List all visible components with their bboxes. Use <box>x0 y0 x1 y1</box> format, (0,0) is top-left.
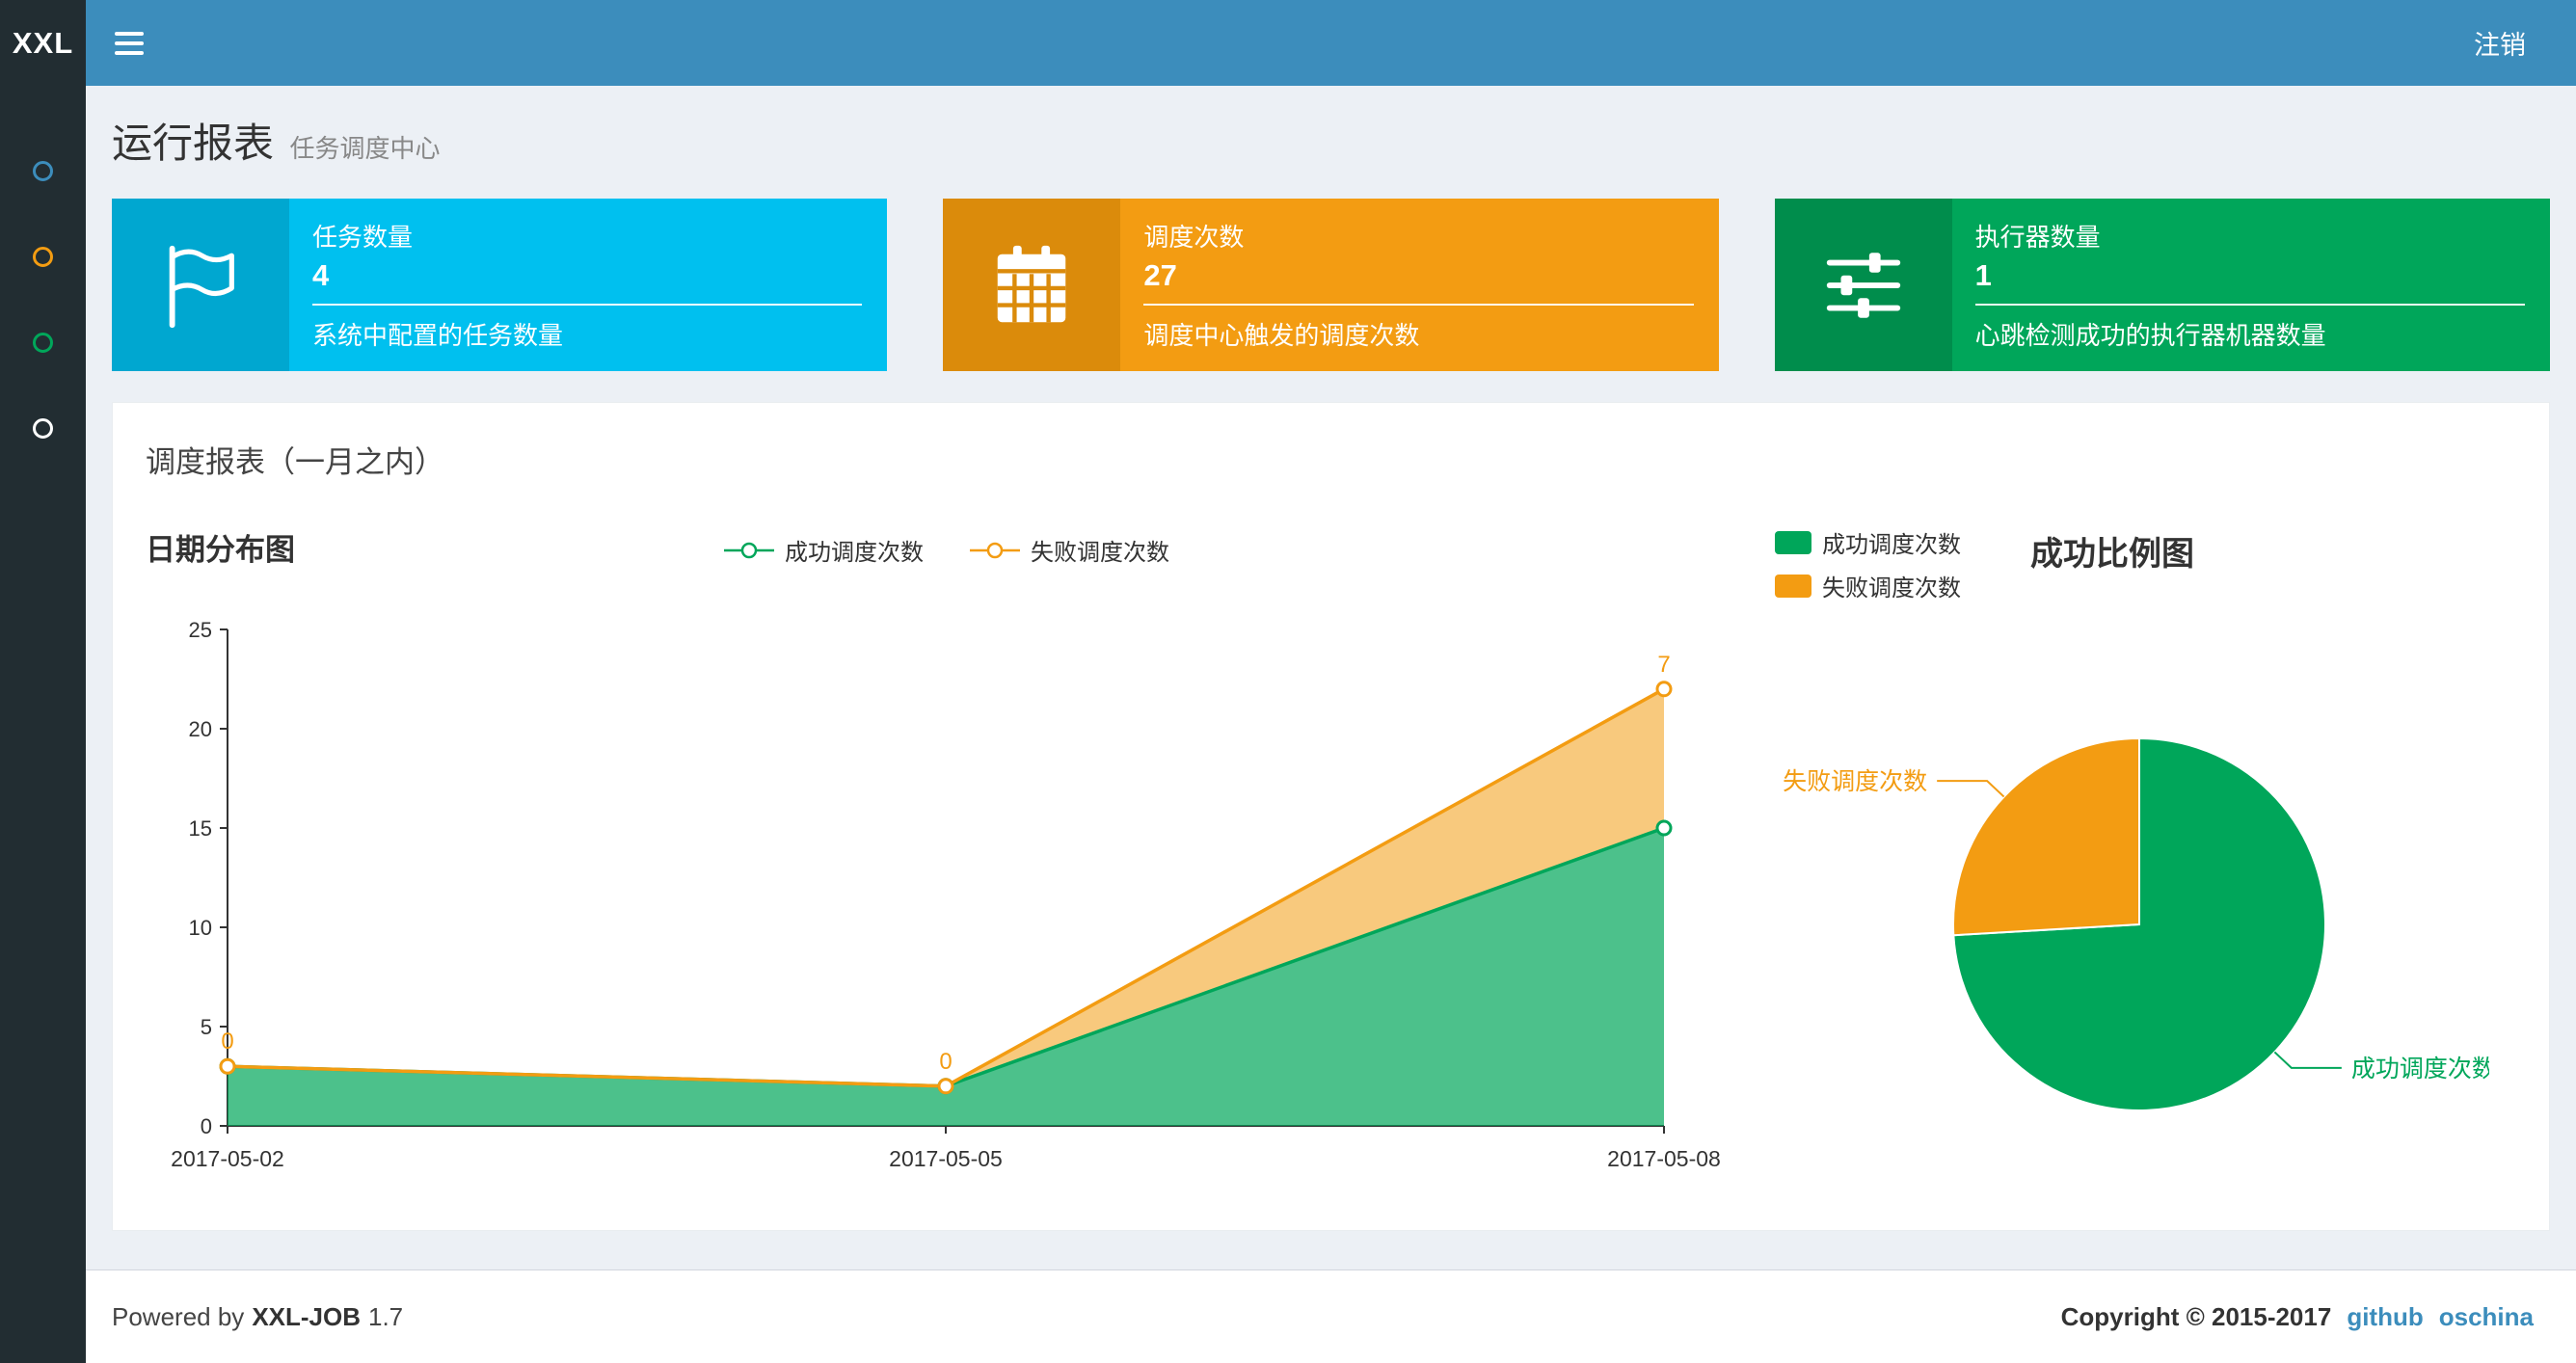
brand-name: XXL-JOB <box>252 1301 361 1331</box>
sidebar-toggle-button[interactable] <box>86 0 173 86</box>
github-link[interactable]: github <box>2347 1302 2423 1332</box>
svg-text:20: 20 <box>189 717 212 741</box>
sidebar <box>0 86 86 1363</box>
svg-text:2017-05-05: 2017-05-05 <box>889 1146 1003 1171</box>
svg-text:失败调度次数: 失败调度次数 <box>1783 768 1927 795</box>
info-box-value: 1 <box>1974 258 1992 292</box>
sidebar-item-executor-manage[interactable] <box>0 300 86 386</box>
info-box-description: 系统中配置的任务数量 <box>312 321 564 350</box>
info-box-content: 调度次数 27 调度中心触发的调度次数 <box>1120 199 1718 371</box>
hamburger-icon <box>115 31 144 36</box>
circle-icon <box>33 418 53 439</box>
line-legend-marker-icon <box>970 542 1020 558</box>
svg-text:0: 0 <box>201 1114 212 1138</box>
pie-chart-title: 成功比例图 <box>2030 536 2194 573</box>
info-box-row: 任务数量 4 系统中配置的任务数量 调度次数 27 调度中心触发的调度次数 执行… <box>112 199 2550 371</box>
sliders-icon <box>1774 199 1952 371</box>
success-ratio-chart: 成功调度次数 失败调度次数 <box>1783 736 2496 1111</box>
main-area: 运行报表 任务调度中心 任务数量 4 系统中配置的任务数量 调度次数 27 调度… <box>86 86 2576 1363</box>
page-title: 运行报表 <box>112 120 275 166</box>
svg-text:25: 25 <box>189 618 212 642</box>
oschina-link[interactable]: oschina <box>2439 1302 2534 1332</box>
legend-item-fail[interactable]: 失败调度次数 <box>1775 569 1961 602</box>
svg-text:成功调度次数: 成功调度次数 <box>2351 1056 2489 1082</box>
info-box-value: 4 <box>312 258 330 292</box>
legend-item-success[interactable]: 成功调度次数 <box>722 533 924 567</box>
legend-label: 成功调度次数 <box>1822 532 1961 558</box>
info-box-description: 调度中心触发的调度次数 <box>1143 321 1420 350</box>
legend-swatch-icon <box>1775 530 1811 554</box>
app-logo[interactable]: XXL <box>0 0 86 86</box>
flag-icon <box>112 199 289 371</box>
panel-title: 调度报表（一月之内） <box>146 445 444 479</box>
footer-copyright: Copyright © 2015-2017 github oschina <box>2061 1302 2534 1332</box>
line-chart-legend: 成功调度次数 失败调度次数 <box>722 533 1169 567</box>
circle-icon <box>33 161 53 181</box>
date-distribution-chart: 05101520252017-05-02 2017-05-05 2017-05-08… <box>171 618 1721 1171</box>
footer: Powered by XXL-JOB 1.7 Copyright © 2015-… <box>86 1269 2576 1363</box>
legend-label: 失败调度次数 <box>1031 540 1169 566</box>
info-box-label: 调度次数 <box>1143 223 1245 252</box>
date-distribution-block: 日期分布图 成功调度次数 失败调度次数 0 5 10 15 20 25 2017… <box>146 525 1746 1195</box>
legend-label: 失败调度次数 <box>1822 575 1961 601</box>
svg-text:2017-05-02: 2017-05-02 <box>171 1146 284 1171</box>
charts-row: 日期分布图 成功调度次数 失败调度次数 0 5 10 15 20 25 2017… <box>146 525 2516 1195</box>
sidebar-item-job-manage[interactable] <box>0 214 86 300</box>
sidebar-item-running-report[interactable] <box>0 128 86 214</box>
copyright-text: Copyright © 2015-2017 <box>2060 1301 2332 1331</box>
content: 运行报表 任务调度中心 任务数量 4 系统中配置的任务数量 调度次数 27 调度… <box>86 86 2576 1269</box>
divider <box>1143 304 1694 306</box>
sidebar-item-help[interactable] <box>0 386 86 471</box>
info-box-task-count: 任务数量 4 系统中配置的任务数量 <box>112 199 888 371</box>
calendar-icon <box>943 199 1121 371</box>
pie-chart-header: 成功调度次数 失败调度次数 成功比例图 <box>1775 525 2516 602</box>
logout-link[interactable]: 注销 <box>2424 0 2576 86</box>
footer-powered: Powered by XXL-JOB 1.7 <box>112 1302 403 1332</box>
pie-chart-legend: 成功调度次数 失败调度次数 <box>1775 525 1961 602</box>
top-navbar: XXL 注销 <box>0 0 2576 86</box>
svg-text:10: 10 <box>189 916 212 940</box>
line-chart-title: 日期分布图 <box>146 533 295 567</box>
divider <box>312 304 863 306</box>
info-box-content: 任务数量 4 系统中配置的任务数量 <box>289 199 887 371</box>
svg-text:0: 0 <box>221 1029 233 1055</box>
chart-header: 日期分布图 成功调度次数 失败调度次数 <box>146 525 1746 587</box>
line-legend-marker-icon <box>724 542 774 558</box>
version-text: 1.7 <box>368 1301 404 1331</box>
circle-icon <box>33 333 53 353</box>
schedule-report-panel: 调度报表（一月之内） 日期分布图 成功调度次数 失败调度次数 0 5 10 15… <box>112 402 2550 1231</box>
legend-item-fail[interactable]: 失败调度次数 <box>968 533 1169 567</box>
legend-swatch-icon <box>1775 574 1811 598</box>
circle-icon <box>33 247 53 267</box>
svg-text:5: 5 <box>201 1015 212 1039</box>
info-box-executor-count: 执行器数量 1 心跳检测成功的执行器机器数量 <box>1774 199 2550 371</box>
svg-text:7: 7 <box>1657 652 1670 678</box>
legend-item-success[interactable]: 成功调度次数 <box>1775 525 1961 559</box>
success-ratio-block: 成功调度次数 失败调度次数 成功比例图 成功调度次数 失败调度次数 <box>1775 525 2516 1195</box>
info-box-content: 执行器数量 1 心跳检测成功的执行器机器数量 <box>1952 199 2550 371</box>
legend-label: 成功调度次数 <box>785 540 924 566</box>
svg-text:0: 0 <box>939 1049 952 1075</box>
info-box-label: 任务数量 <box>312 223 414 252</box>
info-box-description: 心跳检测成功的执行器机器数量 <box>1974 321 2326 350</box>
hamburger-icon <box>115 50 144 55</box>
powered-by-text: Powered by <box>112 1301 245 1331</box>
divider <box>1974 304 2525 306</box>
svg-text:2017-05-08: 2017-05-08 <box>1607 1146 1721 1171</box>
svg-text:15: 15 <box>189 816 212 841</box>
hamburger-icon <box>115 40 144 45</box>
info-box-label: 执行器数量 <box>1974 223 2101 252</box>
page-header: 运行报表 任务调度中心 <box>112 111 2550 170</box>
info-box-value: 27 <box>1143 258 1177 292</box>
info-box-trigger-count: 调度次数 27 调度中心触发的调度次数 <box>943 199 1719 371</box>
page-subtitle: 任务调度中心 <box>289 134 441 163</box>
